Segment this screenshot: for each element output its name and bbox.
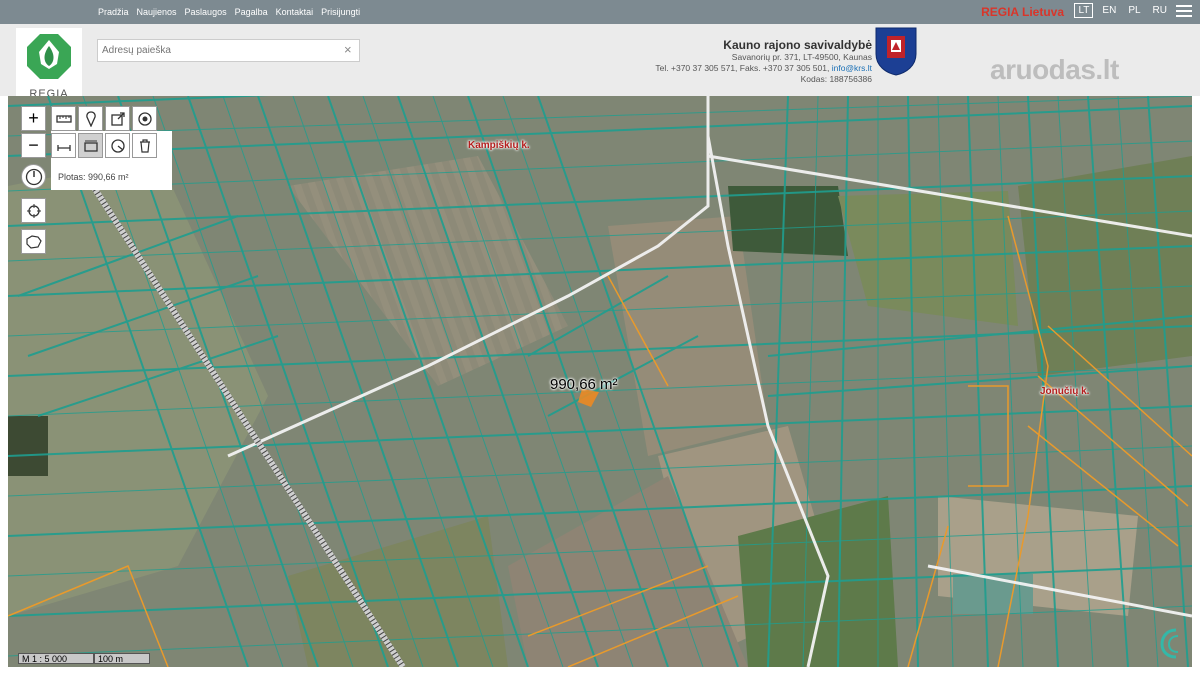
ruler-tool-button[interactable]	[51, 106, 76, 131]
regia-emblem-icon	[27, 34, 71, 79]
regia-logo[interactable]: REGIA	[16, 28, 82, 106]
region-icon	[25, 234, 42, 249]
measure-line-icon	[56, 144, 71, 151]
region-button[interactable]	[21, 229, 46, 254]
scale-bar: M 1 : 5 000 100 m	[18, 653, 150, 664]
lang-pl[interactable]: PL	[1125, 4, 1143, 17]
pin-icon	[85, 110, 96, 127]
measure-area-button[interactable]	[78, 133, 103, 158]
scale-distance: 100 m	[94, 653, 150, 664]
address-search-input[interactable]	[97, 39, 360, 62]
municipality-name: Kauno rajono savivaldybė	[723, 38, 872, 52]
pin-tool-button[interactable]	[78, 106, 103, 131]
nav-link-help[interactable]: Pagalba	[235, 7, 268, 17]
language-switcher: LT EN PL RU	[1074, 3, 1170, 18]
ruler-icon	[55, 114, 72, 123]
nav-link-login[interactable]: Prisijungti	[321, 7, 360, 17]
locate-icon	[26, 203, 41, 218]
locate-button[interactable]	[21, 198, 46, 223]
municipality-info: Kauno rajono savivaldybė Savanorių pr. 3…	[655, 38, 872, 85]
municipality-phones: Tel. +370 37 305 571, Faks. +370 37 305 …	[655, 63, 830, 73]
coat-of-arms-icon	[875, 27, 917, 76]
hamburger-icon[interactable]	[1176, 5, 1192, 18]
map-view[interactable]: Kampiškių k. Jonučių k. 990,66 m² + − Pl…	[8, 96, 1192, 667]
nav-link-news[interactable]: Naujienos	[137, 7, 177, 17]
aruodas-watermark: aruodas.lt	[990, 54, 1119, 85]
compass-icon	[25, 168, 42, 185]
municipality-contacts: Tel. +370 37 305 571, Faks. +370 37 305 …	[655, 63, 872, 74]
lang-en[interactable]: EN	[1099, 4, 1119, 17]
lang-lt[interactable]: LT	[1074, 3, 1094, 18]
lang-ru[interactable]: RU	[1150, 4, 1170, 17]
top-bar: Pradžia Naujienos Paslaugos Pagalba Kont…	[0, 0, 1200, 24]
measure-radius-button[interactable]	[105, 133, 130, 158]
target-icon	[137, 111, 152, 126]
export-icon	[110, 111, 125, 126]
measure-radius-icon	[110, 138, 125, 153]
zoom-in-button[interactable]: +	[21, 106, 46, 131]
top-nav: Pradžia Naujienos Paslaugos Pagalba Kont…	[98, 0, 360, 24]
measure-area-icon	[83, 140, 98, 152]
measure-line-button[interactable]	[51, 133, 76, 158]
nav-link-contacts[interactable]: Kontaktai	[276, 7, 314, 17]
nav-link-home[interactable]: Pradžia	[98, 7, 129, 17]
measure-result-label: 990,66 m²	[550, 376, 618, 393]
clear-measure-button[interactable]	[132, 133, 157, 158]
area-result-text: Plotas: 990,66 m²	[58, 172, 129, 182]
scale-ratio: M 1 : 5 000	[18, 653, 94, 664]
municipality-address: Savanorių pr. 371, LT-49500, Kaunas	[731, 52, 872, 62]
place-label-jonuciu: Jonučių k.	[1040, 386, 1090, 397]
clear-search-icon[interactable]: ×	[344, 42, 352, 57]
trash-icon	[139, 138, 150, 153]
nav-link-services[interactable]: Paslaugos	[185, 7, 227, 17]
municipality-email[interactable]: info@krs.lt	[832, 63, 872, 73]
export-tool-button[interactable]	[105, 106, 130, 131]
header: REGIA × Kauno rajono savivaldybė Savanor…	[0, 24, 1200, 106]
compass-button[interactable]	[21, 164, 46, 189]
map-provider-icon	[1160, 628, 1179, 659]
zoom-out-button[interactable]: −	[21, 133, 46, 158]
brand-label[interactable]: REGIA Lietuva	[981, 5, 1064, 19]
place-label-kampiskiu: Kampiškių k.	[468, 140, 530, 151]
target-tool-button[interactable]	[132, 106, 157, 131]
municipality-code: Kodas: 188756386	[800, 74, 872, 84]
